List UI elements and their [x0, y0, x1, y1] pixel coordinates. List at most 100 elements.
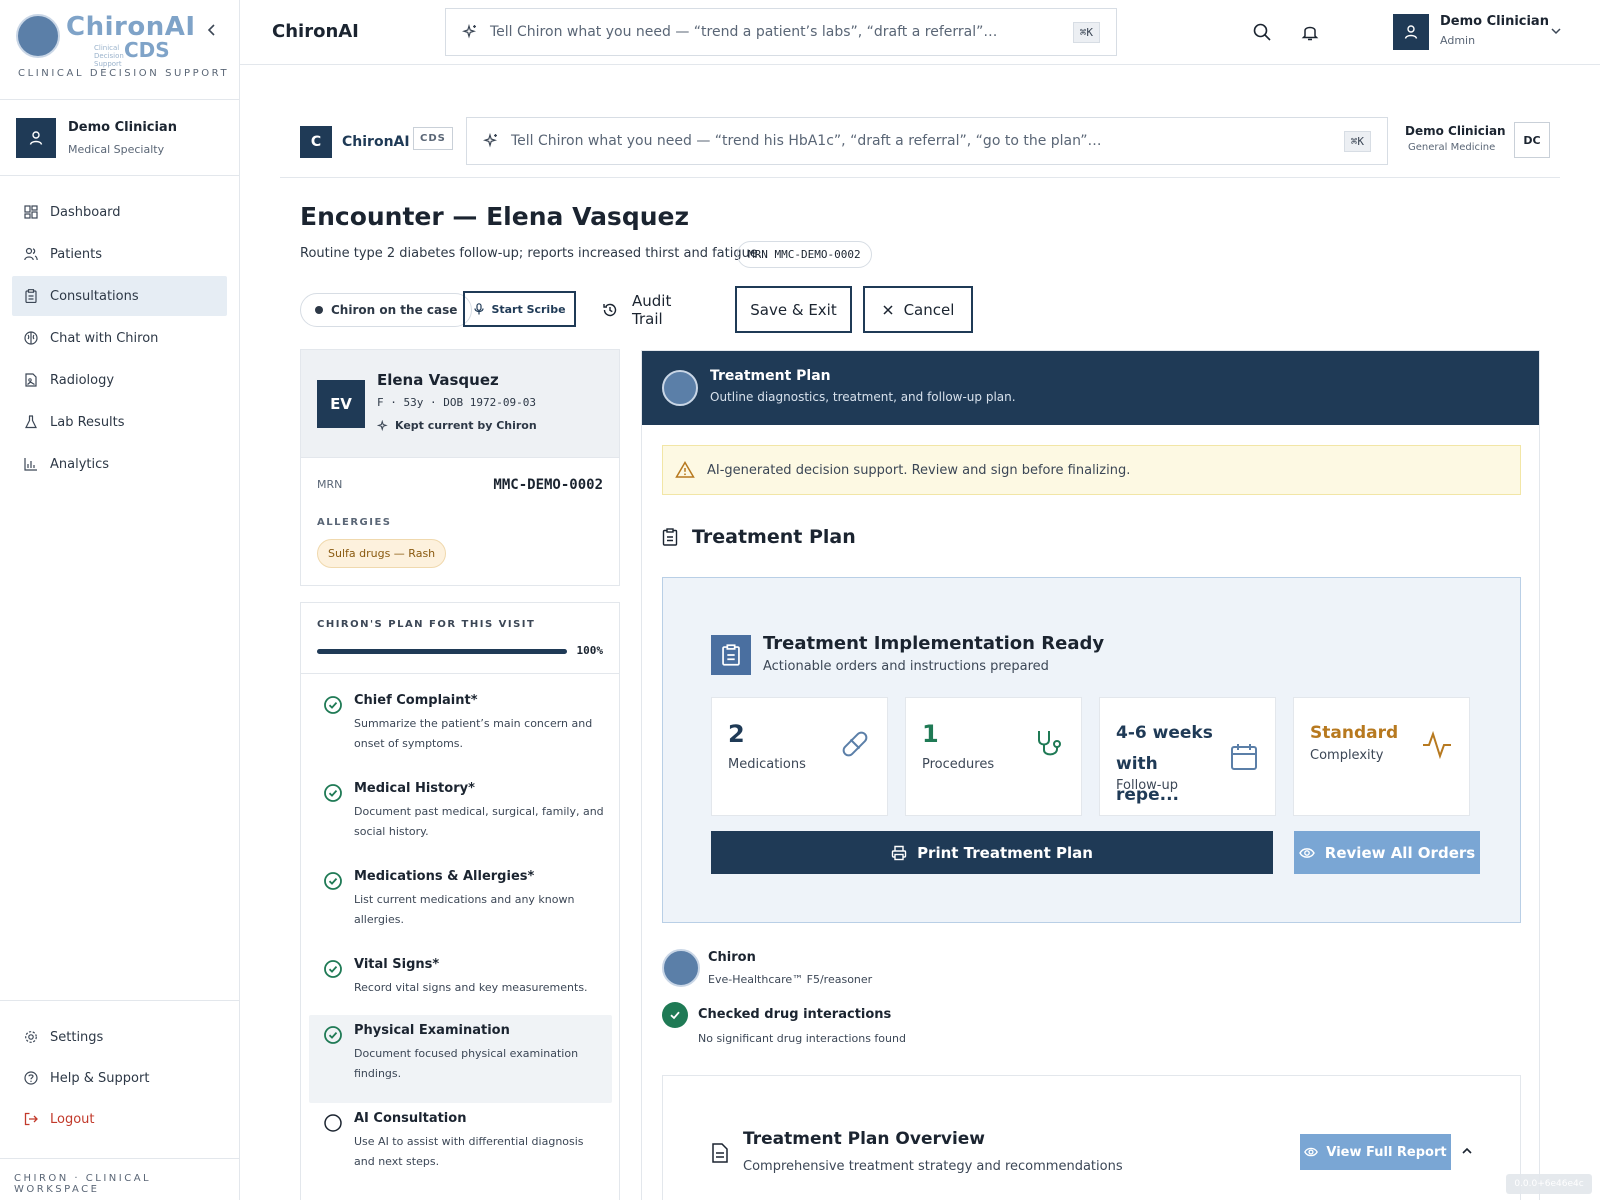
- workspace-user-avatar[interactable]: DC: [1514, 122, 1550, 158]
- allergy-chip: Sulfa drugs — Rash: [317, 539, 447, 568]
- brain-icon: [24, 331, 38, 345]
- print-label: Print Treatment Plan: [917, 843, 1093, 862]
- plan-progress-bar: [317, 649, 567, 654]
- plan-progress-fill: [317, 649, 567, 654]
- sidebar-item-settings[interactable]: Settings: [12, 1017, 227, 1057]
- sidebar-user[interactable]: Demo Clinician Medical Specialty: [0, 100, 239, 176]
- sidebar-item-label: Logout: [50, 1111, 95, 1127]
- stat-label: Complexity: [1310, 748, 1384, 763]
- activity-icon: [1421, 728, 1453, 760]
- sidebar-item-label: Consultations: [50, 288, 139, 304]
- cancel-button[interactable]: Cancel: [863, 286, 973, 333]
- stat-value: 1: [922, 720, 939, 748]
- sidebar-item-radiology[interactable]: Radiology: [12, 360, 227, 400]
- command-search-input[interactable]: Tell Chiron what you need — “trend a pat…: [445, 8, 1117, 56]
- stat-label: Follow-up: [1116, 778, 1178, 793]
- treatment-section-heading: Treatment Plan: [662, 526, 856, 548]
- stat-medications: 2 Medications: [711, 697, 888, 816]
- plan-step[interactable]: Chief Complaint* Summarize the patient’s …: [309, 685, 612, 765]
- sidebar-item-label: Radiology: [50, 372, 115, 388]
- chiron-logo-icon: [662, 949, 700, 987]
- sidebar: ChironAI Clinical Decision Support CDS C…: [0, 0, 240, 1200]
- logo-block: ChironAI Clinical Decision Support CDS C…: [0, 0, 239, 100]
- plan-step[interactable]: Physical Examination Document focused phy…: [309, 1015, 612, 1103]
- sidebar-item-help[interactable]: Help & Support: [12, 1058, 227, 1098]
- chiron-status-button[interactable]: Chiron on the case: [300, 293, 473, 327]
- mrn-value: MMC-DEMO-0002: [493, 477, 603, 493]
- overview-title: Treatment Plan Overview: [743, 1129, 986, 1149]
- sidebar-item-lab-results[interactable]: Lab Results: [12, 402, 227, 442]
- treatment-header-title: Treatment Plan: [710, 368, 831, 384]
- chiron-logo-icon: [662, 370, 698, 406]
- logo-emblem-icon: [16, 14, 60, 58]
- document-icon: [711, 1143, 729, 1163]
- sidebar-user-role: Medical Specialty: [68, 143, 165, 156]
- ai-warning-text: AI-generated decision support. Review an…: [707, 462, 1131, 478]
- view-full-report-button[interactable]: View Full Report: [1300, 1134, 1451, 1170]
- logo-caption: CLINICAL DECISION SUPPORT: [18, 68, 230, 79]
- collapse-sidebar-icon[interactable]: [204, 22, 220, 38]
- sidebar-item-dashboard[interactable]: Dashboard: [12, 192, 227, 232]
- stat-procedures: 1 Procedures: [905, 697, 1082, 816]
- check-circle-icon: [323, 871, 343, 891]
- ai-warning-banner: AI-generated decision support. Review an…: [662, 445, 1521, 495]
- treatment-panel: Treatment Plan Outline diagnostics, trea…: [641, 350, 1540, 1200]
- workspace-command-input[interactable]: Tell Chiron what you need — “trend his H…: [466, 117, 1388, 165]
- clipboard-icon: [711, 635, 751, 675]
- plan-step[interactable]: AI Consultation Use AI to assist with dif…: [309, 1103, 612, 1183]
- plan-step-title: AI Consultation: [354, 1111, 467, 1126]
- clipboard-icon: [24, 289, 38, 303]
- kept-current-badge: Kept current by Chiron: [377, 419, 537, 432]
- ready-subtitle: Actionable orders and instructions prepa…: [763, 659, 1049, 674]
- eye-icon: [1298, 845, 1315, 861]
- bell-icon[interactable]: [1300, 22, 1320, 42]
- sidebar-item-patients[interactable]: Patients: [12, 234, 227, 274]
- sidebar-item-logout[interactable]: Logout: [12, 1099, 227, 1139]
- sidebar-item-chat[interactable]: Chat with Chiron: [12, 318, 227, 358]
- print-treatment-plan-button[interactable]: Print Treatment Plan: [711, 831, 1273, 874]
- plan-step-description: Use AI to assist with differential diagn…: [354, 1135, 584, 1168]
- sidebar-nav: Dashboard Patients Consultations Chat wi…: [12, 192, 227, 486]
- treatment-section-title: Treatment Plan: [692, 526, 856, 548]
- user-menu[interactable]: Demo Clinician Admin: [1393, 14, 1573, 50]
- users-icon: [24, 247, 38, 261]
- treatment-overview-card: Treatment Plan Overview Comprehensive tr…: [662, 1075, 1521, 1200]
- view-report-label: View Full Report: [1326, 1144, 1447, 1160]
- check-title: Checked drug interactions: [698, 1007, 892, 1022]
- version-badge: 0.0.0+6e46e4c: [1506, 1174, 1592, 1194]
- status-dot: [315, 306, 323, 314]
- start-scribe-button[interactable]: Start Scribe: [463, 291, 576, 327]
- eye-icon: [1304, 1145, 1319, 1159]
- sidebar-item-consultations[interactable]: Consultations: [12, 276, 227, 316]
- audit-trail-button[interactable]: Audit Trail: [602, 292, 671, 328]
- patient-avatar: EV: [317, 380, 365, 428]
- review-all-orders-button[interactable]: Review All Orders: [1294, 831, 1480, 874]
- visit-plan: CHIRON'S PLAN FOR THIS VISIT 100% Chief …: [300, 602, 620, 1200]
- sparkles-icon: [483, 133, 499, 149]
- brand-badge: C: [300, 126, 332, 158]
- help-icon: [24, 1071, 38, 1085]
- plan-step-title: Vital Signs*: [354, 957, 440, 972]
- stat-label: Procedures: [922, 757, 995, 772]
- sidebar-item-label: Help & Support: [50, 1070, 150, 1086]
- page-title: Encounter — Elena Vasquez: [300, 202, 690, 231]
- patient-name: Elena Vasquez: [377, 371, 499, 389]
- chiron-status-label: Chiron on the case: [331, 303, 458, 317]
- chiron-model: Eve-Healthcare™ F5/reasoner: [708, 973, 873, 986]
- kept-current-label: Kept current by Chiron: [395, 419, 537, 432]
- flask-icon: [24, 415, 38, 429]
- stethoscope-icon: [1033, 728, 1065, 760]
- plan-step-description: Record vital signs and key measurements.: [354, 981, 588, 994]
- logout-icon: [24, 1112, 38, 1126]
- ready-title: Treatment Implementation Ready: [763, 633, 1105, 654]
- sidebar-item-analytics[interactable]: Analytics: [12, 444, 227, 484]
- microphone-icon: [473, 303, 485, 315]
- plan-step[interactable]: Medical History* Document past medical, s…: [309, 773, 612, 853]
- plan-step[interactable]: Medications & Allergies* List current med…: [309, 861, 612, 941]
- logo-cds: CDS: [124, 38, 170, 62]
- stat-value: 2: [728, 720, 745, 748]
- chevron-up-icon[interactable]: [1460, 1144, 1474, 1158]
- start-scribe-label: Start Scribe: [491, 302, 566, 316]
- search-icon[interactable]: [1252, 22, 1272, 42]
- save-exit-button[interactable]: Save & Exit: [735, 286, 852, 333]
